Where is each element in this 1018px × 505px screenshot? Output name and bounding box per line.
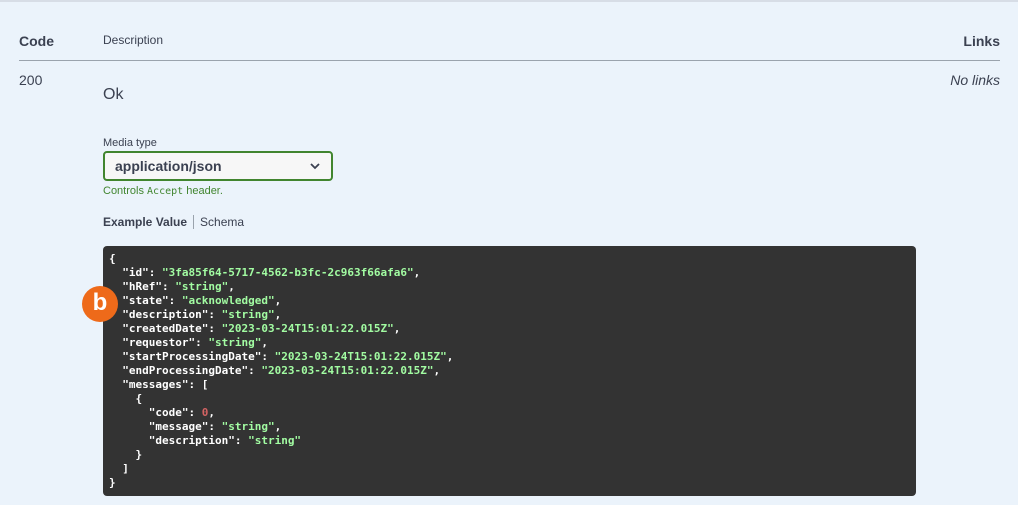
code-token: , [208,406,215,419]
code-token: "description": [109,434,249,447]
code-token: , [274,420,282,433]
controls-prefix: Controls [103,185,144,197]
code-token: "startProcessingDate": [109,350,275,363]
media-type-label: Media type [103,137,157,149]
code-token: "requestor": [109,336,209,349]
controls-accept-code: Accept [147,186,184,197]
code-token: , [228,280,235,293]
response-links: No links [950,72,1000,88]
code-line: "startProcessingDate": "2023-03-24T15:01… [109,350,910,364]
code-token: } [109,448,143,461]
code-token: , [261,336,268,349]
code-token: "description": [109,308,222,321]
response-code: 200 [19,72,43,88]
code-line: } [109,476,910,490]
code-line: "description": "string", [109,308,910,322]
code-token: "2023-03-24T15:01:22.015Z" [261,364,434,377]
code-token: "hRef": [109,280,176,293]
code-token: "3fa85f64-5717-4562-b3fc-2c963f66afa6" [161,266,414,279]
column-header-links: Links [963,33,1000,49]
code-token: "endProcessingDate": [109,364,262,377]
example-value-code-block[interactable]: { "id": "3fa85f64-5717-4562-b3fc-2c963f6… [103,246,916,496]
code-token: "string" [208,336,262,349]
code-token: , [446,350,454,363]
code-token: "2023-03-24T15:01:22.015Z" [274,350,447,363]
code-token: , [433,364,441,377]
code-line: "createdDate": "2023-03-24T15:01:22.015Z… [109,322,910,336]
code-token: "acknowledged" [181,294,275,307]
code-token: "createdDate": [109,322,222,335]
step-badge: b [82,286,118,322]
code-line: "hRef": "string", [109,280,910,294]
media-type-value: application/json [115,158,222,174]
code-token: "code": [109,406,202,419]
code-line: { [109,392,910,406]
code-line: "code": 0, [109,406,910,420]
top-divider [0,0,1018,2]
code-token: "message": [109,420,222,433]
tab-example-value[interactable]: Example Value [103,215,187,229]
chevron-down-icon [310,163,320,170]
column-header-description: Description [103,33,164,47]
tab-divider [193,215,195,229]
code-line: "requestor": "string", [109,336,910,350]
example-tabs: Example Value Schema [103,215,244,229]
code-line: } [109,448,910,462]
code-token: } [109,476,116,489]
code-token: "2023-03-24T15:01:22.015Z" [221,322,394,335]
code-line: "description": "string" [109,434,910,448]
code-line: "message": "string", [109,420,910,434]
code-token: , [274,308,282,321]
code-token: "id": [109,266,162,279]
code-token: { [109,392,143,405]
media-type-select[interactable]: application/json [103,151,333,181]
code-line: { [109,252,910,266]
code-line: "id": "3fa85f64-5717-4562-b3fc-2c963f66a… [109,266,910,280]
code-line: "state": "acknowledged", [109,294,910,308]
code-line: ] [109,462,910,476]
controls-accept-note: Controls Accept header. [103,185,223,197]
response-description: Ok [103,86,124,103]
code-line: "messages": [ [109,378,910,392]
code-token: "string" [221,420,275,433]
code-token: ] [109,462,129,475]
code-token: "state": [109,294,182,307]
code-line: "endProcessingDate": "2023-03-24T15:01:2… [109,364,910,378]
code-token: , [274,294,282,307]
code-token: , [393,322,401,335]
code-token: { [109,252,116,265]
header-divider [19,60,1000,61]
code-token: , [413,266,421,279]
example-json: { "id": "3fa85f64-5717-4562-b3fc-2c963f6… [103,246,916,496]
column-header-code: Code [19,33,54,49]
code-token: "messages": [ [109,378,209,391]
code-token: "string" [175,280,229,293]
code-token: "string" [248,434,302,447]
tab-schema[interactable]: Schema [200,215,244,229]
controls-suffix: header. [186,185,223,197]
code-token: "string" [221,308,275,321]
